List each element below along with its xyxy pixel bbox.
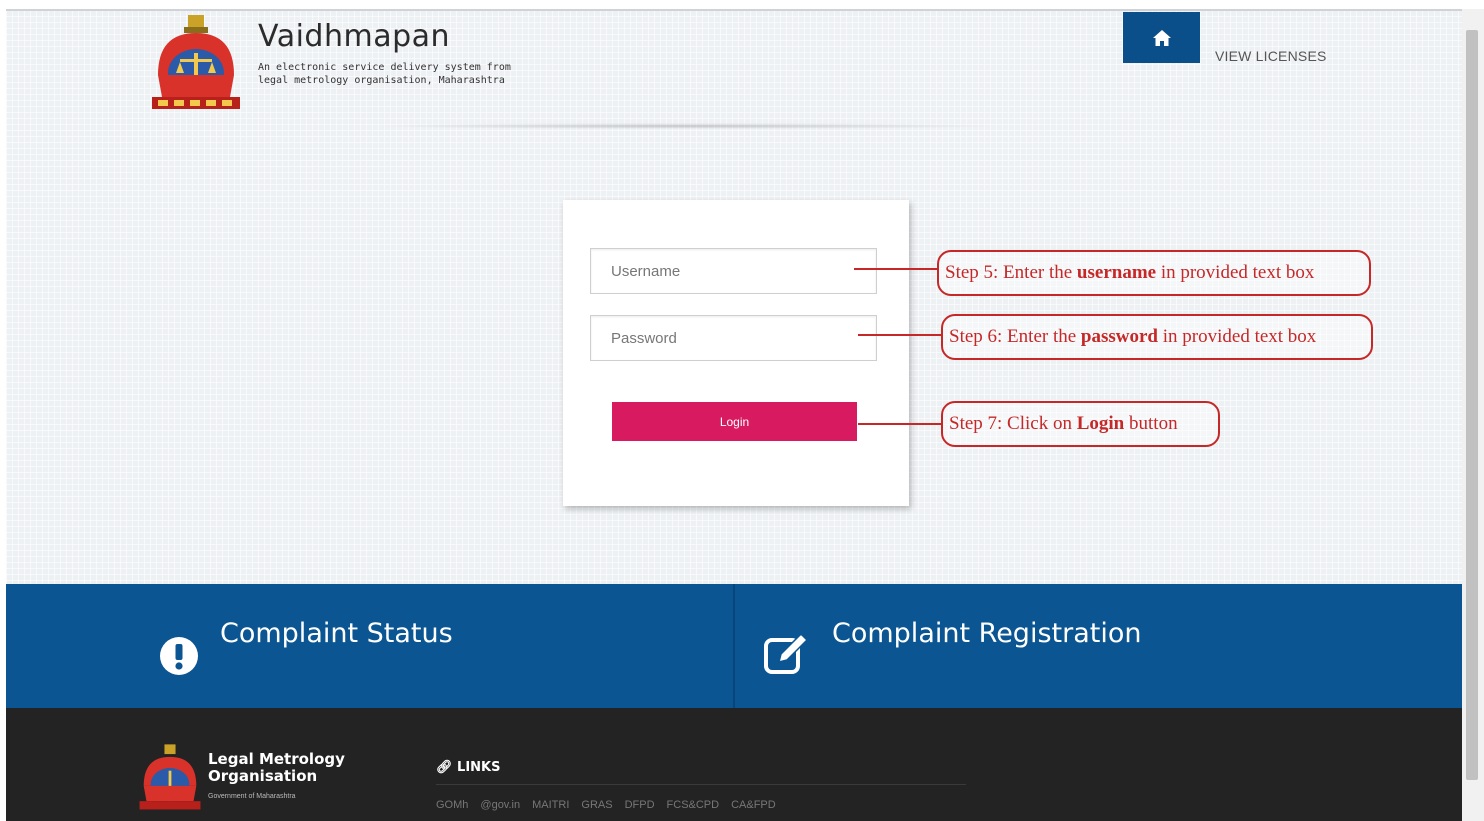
footer: Legal Metrology Organisation Government … (6, 708, 1462, 821)
footer-link-gov-in[interactable]: @gov.in (480, 799, 520, 811)
band-divider (733, 584, 735, 708)
annotation-step6: Step 6: Enter the password in provided t… (941, 314, 1373, 360)
links-heading-label: LINKS (457, 760, 501, 775)
links-divider (436, 784, 966, 785)
link-icon: 🔗︎ (436, 760, 453, 775)
step6-prefix: Step 6: Enter the (949, 326, 1077, 347)
footer-org-line-2: Organisation (208, 767, 318, 785)
step5-prefix: Step 5: Enter the (945, 262, 1073, 283)
complaint-status-link[interactable]: Complaint Status (220, 618, 453, 649)
complaint-registration-link[interactable]: Complaint Registration (832, 618, 1141, 649)
footer-link-cafpd[interactable]: CA&FPD (731, 799, 776, 811)
footer-government-label: Government of Maharashtra (208, 793, 296, 800)
step7-suffix: button (1129, 413, 1178, 434)
annotation-step5: Step 5: Enter the username in provided t… (937, 250, 1371, 296)
links-heading: 🔗︎ LINKS (436, 760, 500, 775)
step7-prefix: Step 7: Click on (949, 413, 1072, 434)
step7-bold: Login (1076, 413, 1125, 434)
step6-suffix: in provided text box (1162, 326, 1317, 347)
annotation-step7: Step 7: Click on Login button (941, 401, 1220, 447)
footer-emblem-logo (139, 744, 201, 810)
scrollbar-thumb[interactable] (1466, 30, 1478, 780)
page: Vaidhmapan An electronic service deliver… (6, 9, 1462, 821)
links-list: GOMh @gov.in MAITRI GRAS DFPD FCS&CPD CA… (436, 799, 776, 811)
exclamation-circle-icon (160, 637, 198, 675)
step5-suffix: in provided text box (1160, 262, 1315, 283)
complaint-band: Complaint Status Complaint Registration (6, 584, 1462, 708)
step5-bold: username (1076, 262, 1157, 283)
footer-link-gomh[interactable]: GOMh (436, 799, 468, 811)
footer-link-gras[interactable]: GRAS (581, 799, 612, 811)
footer-link-maitri[interactable]: MAITRI (532, 799, 569, 811)
edit-icon (764, 632, 809, 674)
footer-link-dfpd[interactable]: DFPD (625, 799, 655, 811)
step6-bold: password (1080, 326, 1158, 347)
footer-org-name: Legal Metrology Organisation (208, 751, 345, 785)
footer-org-line-1: Legal Metrology (208, 750, 345, 768)
footer-link-fcscpd[interactable]: FCS&CPD (667, 799, 720, 811)
